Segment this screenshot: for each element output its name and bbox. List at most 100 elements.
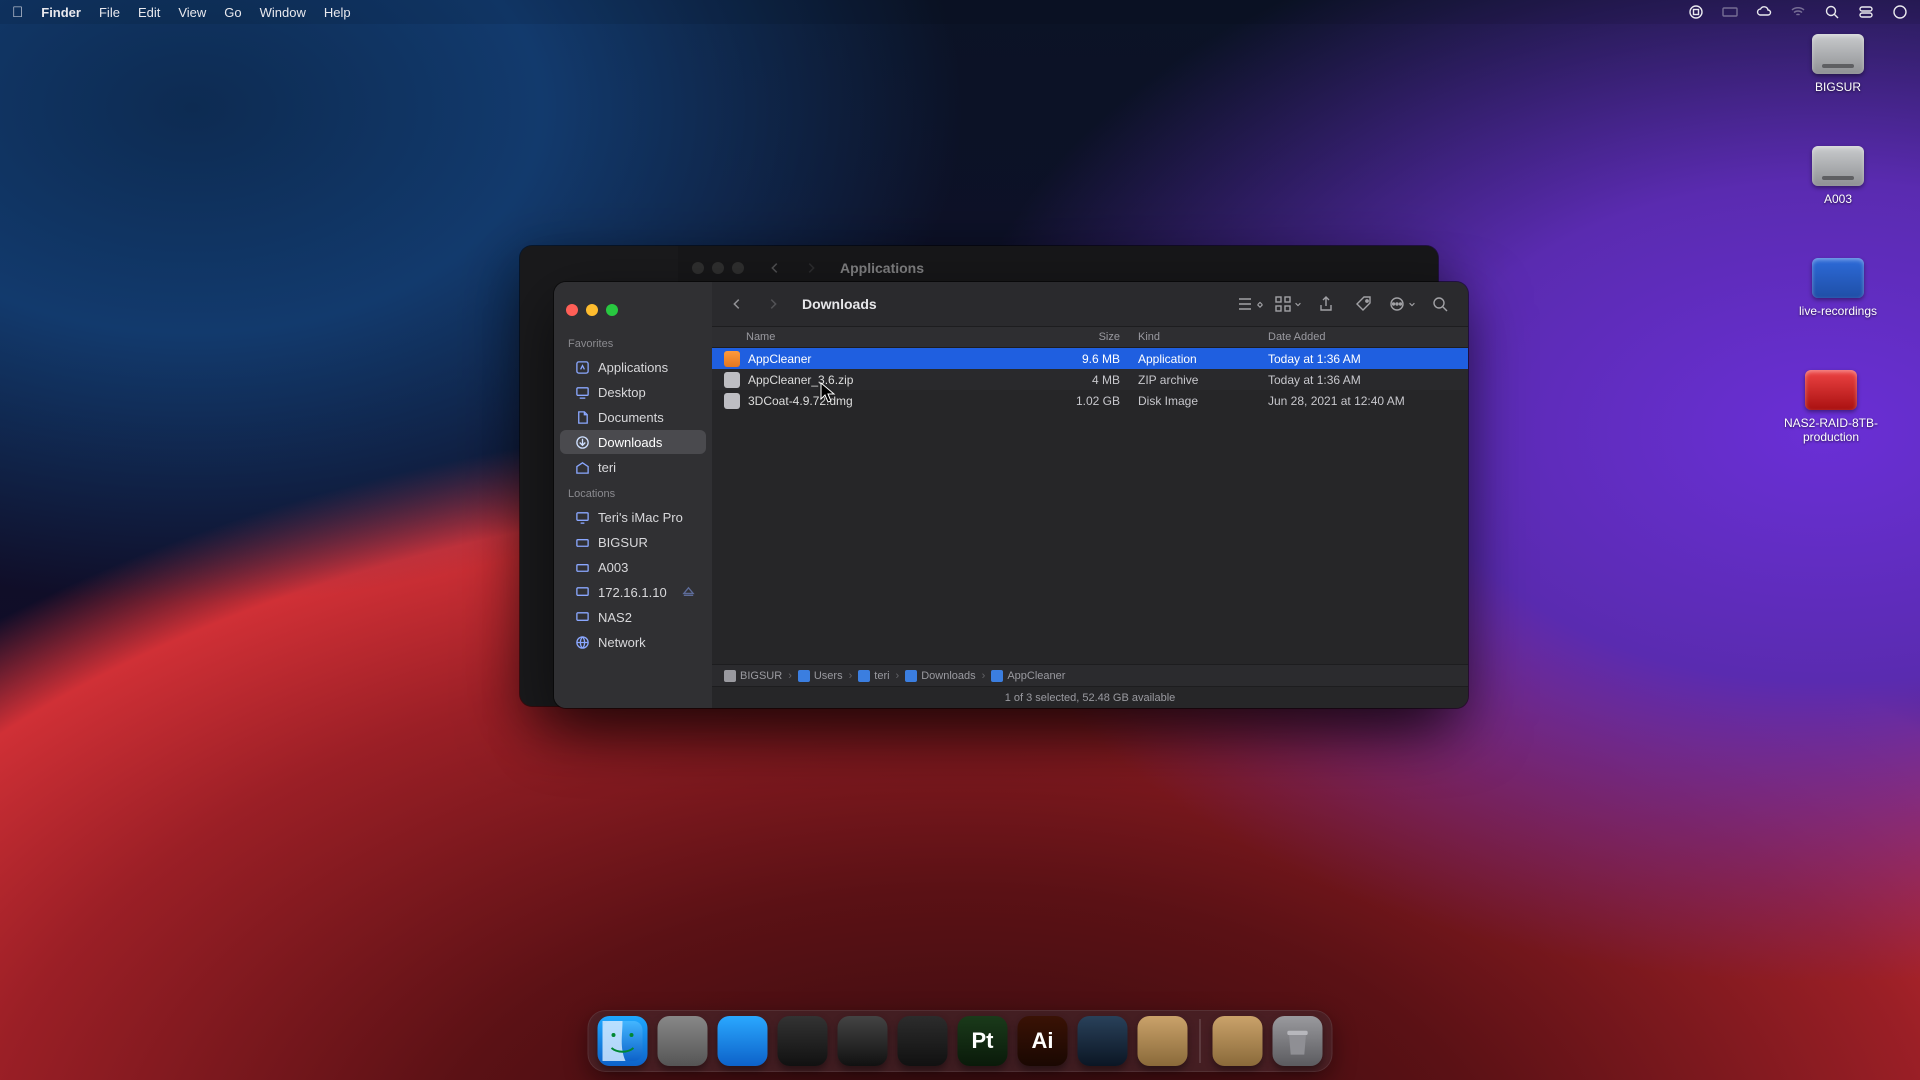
file-name: AppCleaner	[748, 352, 1048, 366]
sidebar-item-a003[interactable]: A003	[560, 555, 706, 579]
dock-item-finder[interactable]	[598, 1016, 648, 1066]
sidebar-icon	[574, 509, 590, 525]
menu-view[interactable]: View	[178, 5, 206, 20]
desktop-icon-label: A003	[1790, 192, 1886, 206]
menu-help[interactable]: Help	[324, 5, 351, 20]
desktop-icon-nas2[interactable]: NAS2-RAID-8TB-production	[1776, 370, 1886, 444]
file-size: 1.02 GB	[1048, 394, 1138, 408]
view-list-button[interactable]	[1236, 292, 1264, 316]
column-headers[interactable]: Name Size Kind Date Added	[712, 326, 1468, 348]
sidebar-item-teri[interactable]: teri	[560, 455, 706, 479]
sidebar-item-desktop[interactable]: Desktop	[560, 380, 706, 404]
col-kind[interactable]: Kind	[1138, 331, 1268, 343]
sidebar-item-teri-s-imac-pro[interactable]: Teri's iMac Pro	[560, 505, 706, 529]
sidebar-item-network[interactable]: Network	[560, 630, 706, 654]
file-icon	[724, 351, 740, 367]
siri-icon[interactable]	[1892, 4, 1908, 20]
dock-item-app1[interactable]	[1138, 1016, 1188, 1066]
dock-item-ai[interactable]: Ai	[1018, 1016, 1068, 1066]
forward-button[interactable]	[762, 293, 784, 315]
window-title: Applications	[840, 260, 924, 276]
win-close[interactable]	[566, 304, 578, 316]
win-zoom[interactable]	[606, 304, 618, 316]
file-row[interactable]: AppCleaner_3.6.zip4 MBZIP archiveToday a…	[712, 369, 1468, 390]
sidebar-icon	[574, 459, 590, 475]
win-zoom[interactable]	[732, 262, 744, 274]
win-minimize[interactable]	[712, 262, 724, 274]
menubar:  Finder File Edit View Go Window Help	[0, 0, 1920, 24]
shared-folder-icon	[1812, 258, 1864, 298]
cloud-icon[interactable]	[1756, 4, 1772, 20]
path-label: Users	[814, 670, 843, 682]
file-icon	[724, 372, 740, 388]
menu-go[interactable]: Go	[224, 5, 241, 20]
win-close[interactable]	[692, 262, 704, 274]
group-button[interactable]	[1274, 292, 1302, 316]
apple-menu[interactable]: 	[12, 4, 23, 21]
sidebar-item-applications[interactable]: Applications	[560, 355, 706, 379]
forward-button[interactable]	[800, 257, 822, 279]
dock-item-launchpad[interactable]	[658, 1016, 708, 1066]
toolbar: Downloads	[712, 282, 1468, 326]
back-button[interactable]	[764, 257, 786, 279]
dock-item-app2[interactable]	[1213, 1016, 1263, 1066]
path-segment[interactable]: Downloads	[905, 670, 975, 682]
control-center-icon[interactable]	[1858, 4, 1874, 20]
win-minimize[interactable]	[586, 304, 598, 316]
menu-window[interactable]: Window	[260, 5, 306, 20]
action-button[interactable]	[1388, 292, 1416, 316]
main-panel: Downloads Name Size Kind Date Added AppC…	[712, 282, 1468, 708]
menu-file[interactable]: File	[99, 5, 120, 20]
tags-button[interactable]	[1350, 292, 1378, 316]
dock-item-iterm[interactable]	[898, 1016, 948, 1066]
file-row[interactable]: 3DCoat-4.9.72.dmg1.02 GBDisk ImageJun 28…	[712, 390, 1468, 411]
dock-item-safari[interactable]	[718, 1016, 768, 1066]
dock[interactable]: PtAi	[588, 1010, 1333, 1072]
dock-item-davinci[interactable]	[838, 1016, 888, 1066]
dock-item-steam[interactable]	[1078, 1016, 1128, 1066]
sidebar-item-label: NAS2	[598, 610, 632, 625]
share-button[interactable]	[1312, 292, 1340, 316]
sidebar-item-bigsur[interactable]: BIGSUR	[560, 530, 706, 554]
path-bar[interactable]: BIGSUR›Users›teri›Downloads›AppCleaner	[712, 664, 1468, 686]
finder-window-downloads[interactable]: Favorites ApplicationsDesktopDocumentsDo…	[554, 282, 1468, 708]
back-button[interactable]	[726, 293, 748, 315]
sidebar-item-172-16-1-10[interactable]: 172.16.1.10	[560, 580, 706, 604]
path-segment[interactable]: AppCleaner	[991, 670, 1065, 682]
app-menu[interactable]: Finder	[41, 5, 81, 20]
desktop-icon-label: BIGSUR	[1790, 80, 1886, 94]
file-row[interactable]: AppCleaner9.6 MBApplicationToday at 1:36…	[712, 348, 1468, 369]
sidebar-section-locations: Locations	[554, 480, 712, 504]
menu-edit[interactable]: Edit	[138, 5, 160, 20]
sidebar-item-label: Teri's iMac Pro	[598, 510, 683, 525]
dock-item-trash[interactable]	[1273, 1016, 1323, 1066]
spotlight-icon[interactable]	[1824, 4, 1840, 20]
sidebar-icon	[574, 559, 590, 575]
eject-icon[interactable]	[680, 584, 696, 600]
folder-icon	[905, 670, 917, 682]
nas-icon	[1805, 370, 1857, 410]
file-date: Today at 1:36 AM	[1268, 373, 1468, 387]
sidebar-item-documents[interactable]: Documents	[560, 405, 706, 429]
path-segment[interactable]: Users	[798, 670, 843, 682]
desktop-icon-live-recordings[interactable]: live-recordings	[1790, 258, 1886, 318]
desktop-icon-bigsur[interactable]: BIGSUR	[1790, 34, 1886, 94]
disk-icon	[724, 670, 736, 682]
dock-item-finalcut[interactable]	[778, 1016, 828, 1066]
col-name[interactable]: Name	[746, 331, 1048, 343]
path-label: AppCleaner	[1007, 670, 1065, 682]
col-date[interactable]: Date Added	[1268, 331, 1468, 343]
path-segment[interactable]: teri	[858, 670, 889, 682]
chevron-right-icon: ›	[896, 670, 900, 682]
wifi-icon[interactable]	[1790, 4, 1806, 20]
sidebar-item-downloads[interactable]: Downloads	[560, 430, 706, 454]
desktop-icon-a003[interactable]: A003	[1790, 146, 1886, 206]
file-list[interactable]: AppCleaner9.6 MBApplicationToday at 1:36…	[712, 348, 1468, 664]
path-segment[interactable]: BIGSUR	[724, 670, 782, 682]
keyboard-icon[interactable]	[1722, 4, 1738, 20]
sidebar-item-nas2[interactable]: NAS2	[560, 605, 706, 629]
search-button[interactable]	[1426, 292, 1454, 316]
stop-icon[interactable]	[1688, 4, 1704, 20]
dock-item-pt[interactable]: Pt	[958, 1016, 1008, 1066]
col-size[interactable]: Size	[1048, 331, 1138, 343]
